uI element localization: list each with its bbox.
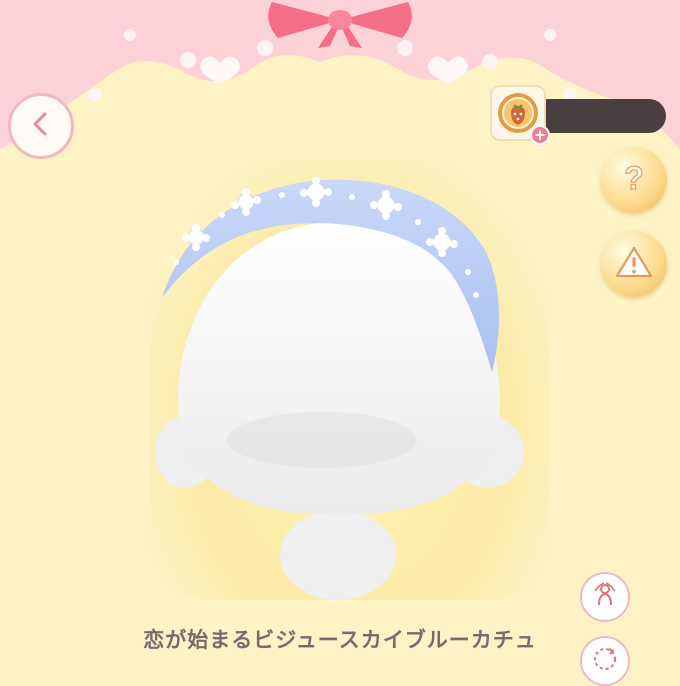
report-button[interactable]: [601, 231, 667, 297]
random-icon: [591, 645, 619, 677]
pose-icon: [591, 581, 619, 613]
svg-text:?: ?: [624, 161, 644, 195]
question-icon: ?: [619, 159, 649, 199]
avatar-neck: [280, 510, 396, 600]
plus-icon: +: [533, 126, 547, 144]
item-name-label: 恋が始まるビジュースカイブルーカチュ: [143, 628, 537, 652]
warning-icon: [615, 245, 653, 283]
currency-display[interactable]: +: [490, 85, 680, 149]
chevron-left-icon: [26, 109, 56, 143]
random-button[interactable]: [580, 636, 630, 686]
help-button[interactable]: ?: [601, 147, 667, 213]
back-button[interactable]: [8, 93, 74, 159]
add-currency-button[interactable]: +: [530, 125, 550, 145]
currency-amount-bar: [542, 99, 666, 133]
pose-button[interactable]: [580, 572, 630, 622]
